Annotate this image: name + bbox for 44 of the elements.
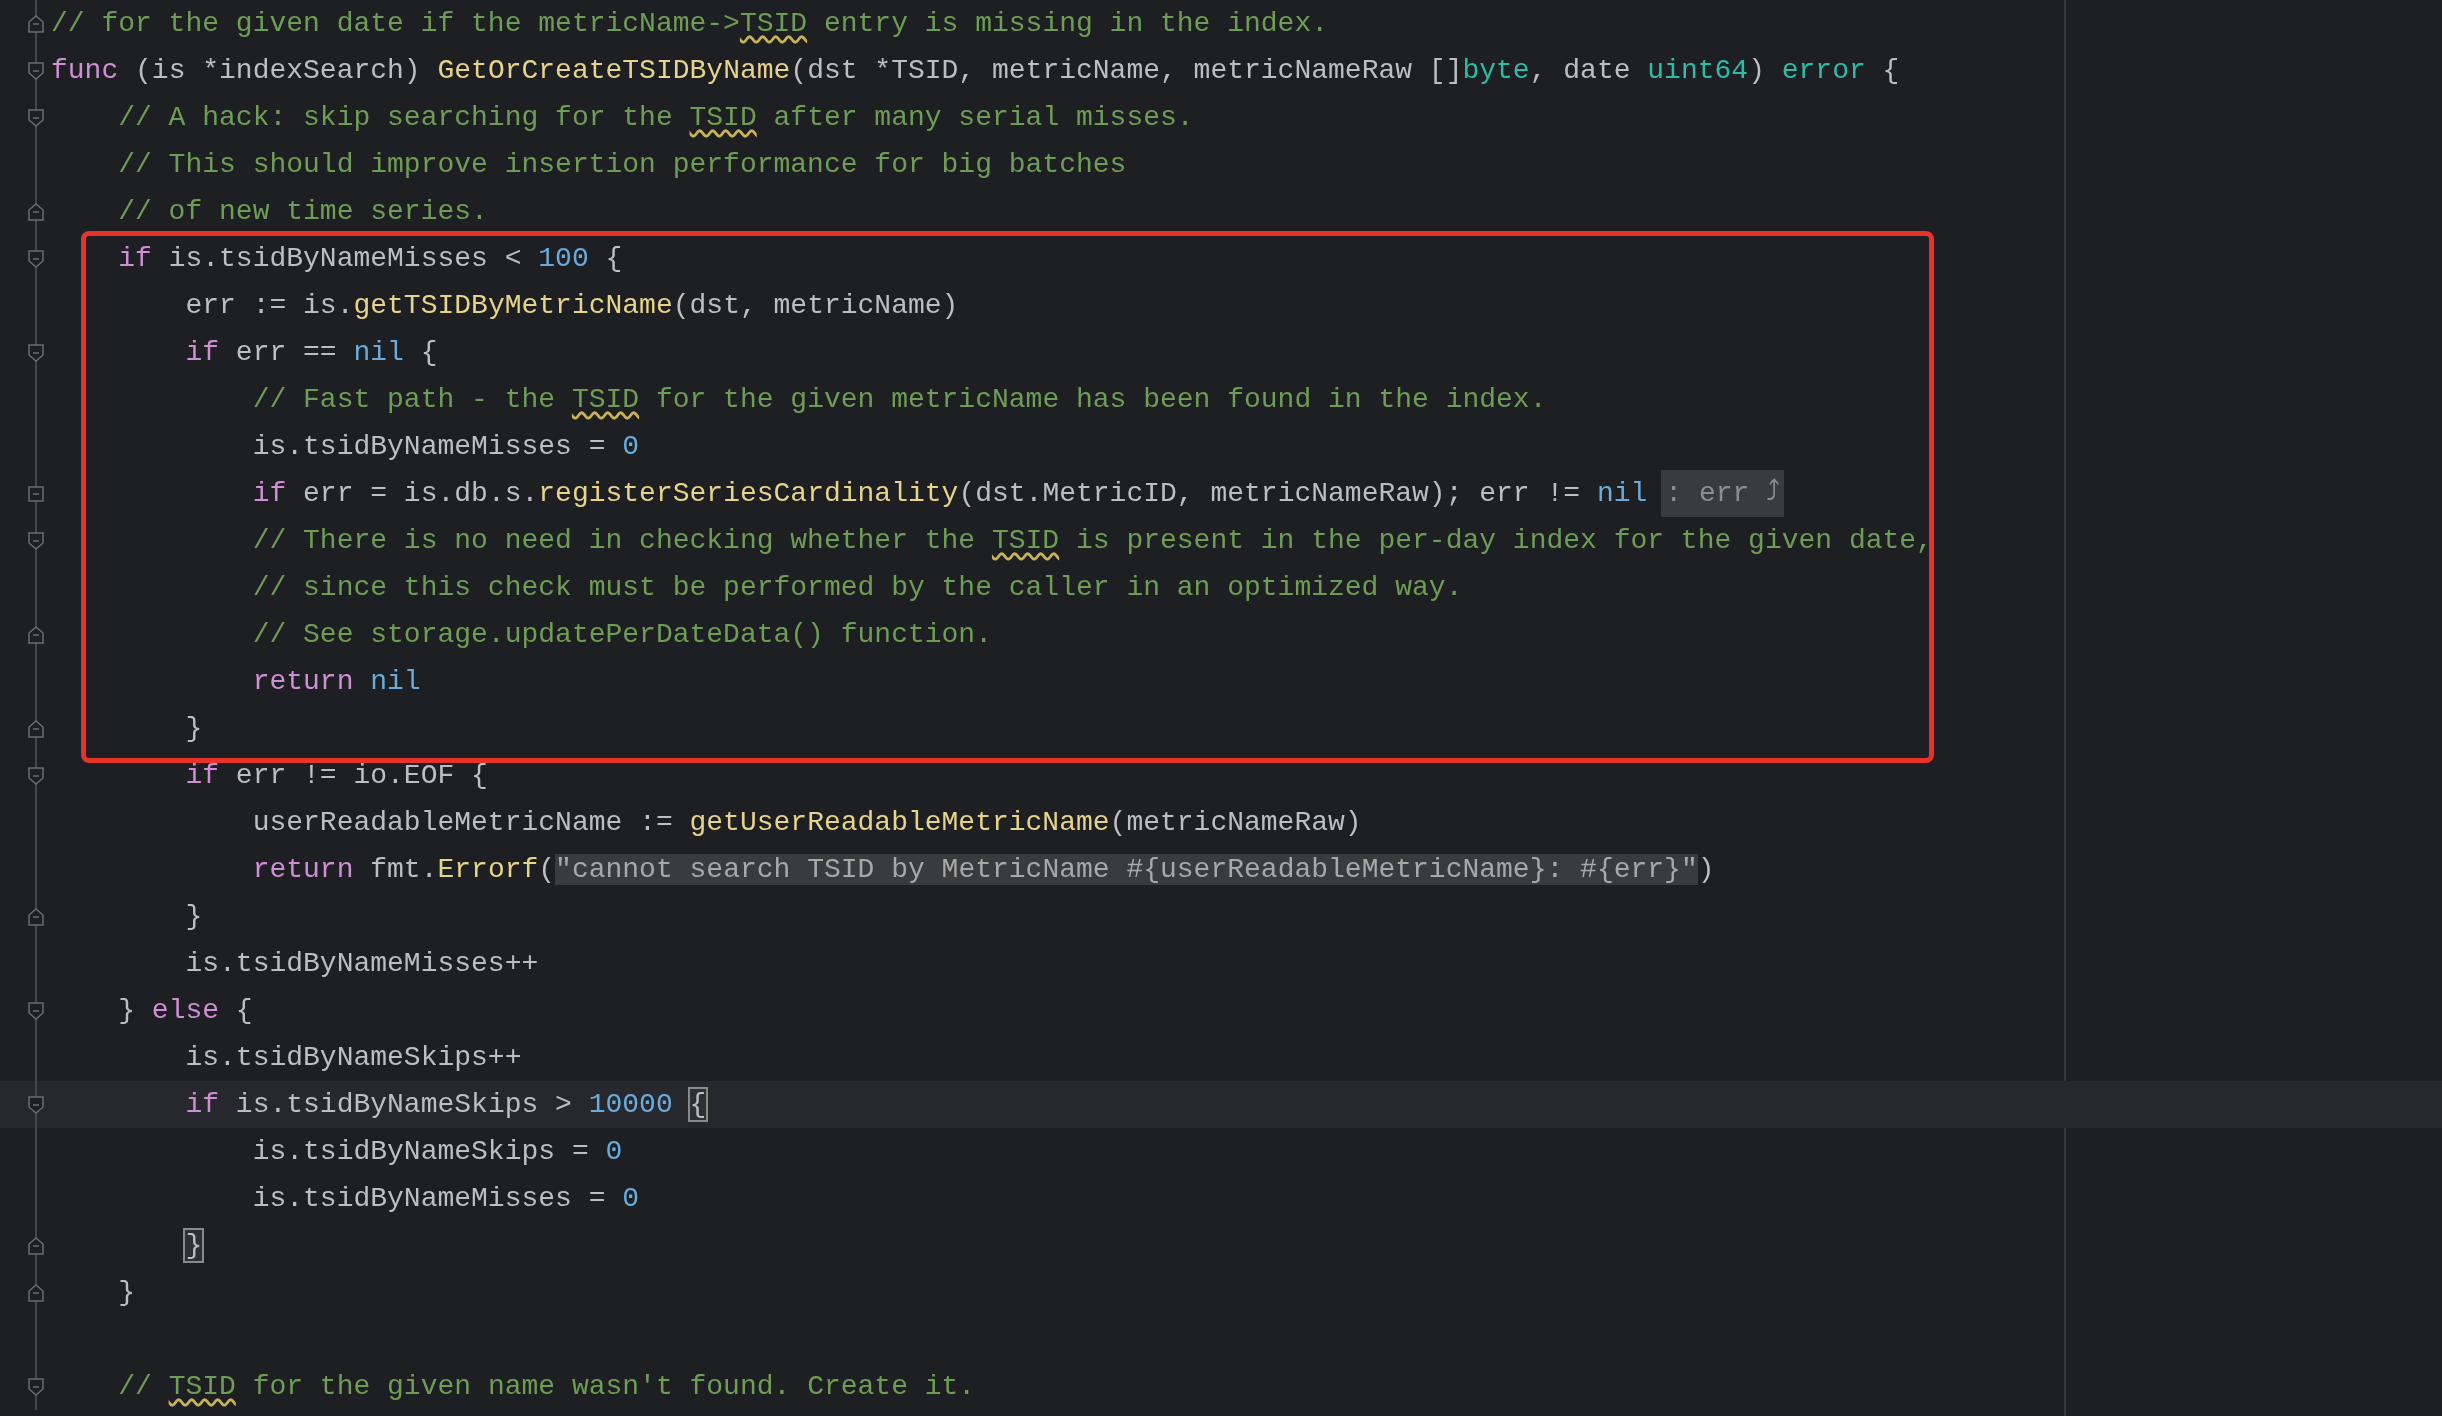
code-line: } <box>184 900 203 934</box>
code-line: // This should improve insertion performance for big batches <box>117 148 1127 182</box>
code-line: return nil <box>251 665 421 699</box>
code-line: is.tsidByNameMisses = 0 <box>251 1182 640 1216</box>
fold-icon[interactable] <box>26 200 46 223</box>
fold-icon[interactable] <box>26 999 46 1022</box>
code-line: // There is no need in checking whether the TSID is present in the per-day index for the given date, <box>251 524 1933 558</box>
code-line: } else { <box>117 994 253 1028</box>
code-line: if is.tsidByNameSkips > 10000 { <box>184 1088 707 1122</box>
fold-icon[interactable] <box>26 1234 46 1257</box>
code-line: // See storage.updatePerDateData() function. <box>251 618 992 652</box>
code-line: is.tsidByNameSkips = 0 <box>251 1135 623 1169</box>
fold-icon[interactable] <box>26 1281 46 1304</box>
code-line: err := is.getTSIDByMetricName(dst, metricName) <box>184 289 959 323</box>
fold-icon[interactable] <box>26 623 46 646</box>
code-line: // for the given date if the metricName->TSID entry is missing in the index. <box>51 7 1329 41</box>
code-line: } <box>184 712 203 746</box>
fold-icon[interactable] <box>26 1375 46 1398</box>
inlay-hint: : err ⤴ <box>1661 470 1785 517</box>
code-line: // of new time series. <box>117 195 488 229</box>
code-line: // since this check must be performed by the caller in an optimized way. <box>251 571 1463 605</box>
fold-icon[interactable] <box>26 764 46 787</box>
code-line: if is.tsidByNameMisses < 100 { <box>117 242 623 276</box>
code-line: // TSID for the given name wasn't found. Create it. <box>117 1370 976 1404</box>
fold-icon[interactable] <box>26 341 46 364</box>
code-line: userReadableMetricName := getUserReadableMetricName(metricNameRaw) <box>251 806 1362 840</box>
code-line: // Fast path - the TSID for the given metricName has been found in the index. <box>251 383 1547 417</box>
code-line: if err == nil { <box>184 336 438 370</box>
code-line: is.tsidByNameSkips++ <box>184 1041 522 1075</box>
fold-icon[interactable] <box>26 59 46 82</box>
fold-icon[interactable] <box>26 247 46 270</box>
code-line: func (is *indexSearch) GetOrCreateTSIDByName(dst *TSID, metricName, metricNameRaw []byte, date uint64) error { <box>51 54 1900 88</box>
fold-icon[interactable] <box>26 12 46 35</box>
code-line: // A hack: skip searching for the TSID after many serial misses. <box>117 101 1194 135</box>
code-line: is.tsidByNameMisses++ <box>184 947 539 981</box>
code-line: } <box>117 1276 135 1310</box>
fold-icon[interactable] <box>26 529 46 552</box>
code-line: is.tsidByNameMisses = 0 <box>251 430 640 464</box>
code-line: if err != io.EOF { <box>184 759 488 793</box>
fold-icon[interactable] <box>26 717 46 740</box>
fold-icon[interactable] <box>26 905 46 928</box>
fold-icon[interactable] <box>26 1093 46 1116</box>
code-line: if err = is.db.s.registerSeriesCardinality(dst.MetricID, metricNameRaw); err != nil <box>251 477 1648 511</box>
fold-icon[interactable] <box>26 106 46 129</box>
